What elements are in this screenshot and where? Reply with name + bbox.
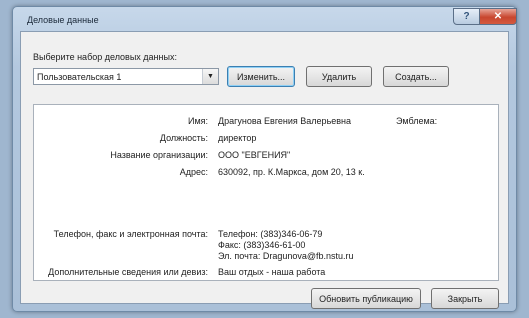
dialog-window: Деловые данные ? ✕ Выберите набор деловы… (12, 6, 517, 312)
close-button[interactable]: Закрыть (431, 288, 499, 309)
email-value: Эл. почта: Dragunova@fb.nstu.ru (218, 251, 354, 261)
create-button[interactable]: Создать... (383, 66, 449, 87)
address-value: 630092, пр. К.Маркса, дом 20, 13 к. (218, 167, 365, 177)
selected-set-value: Пользовательская 1 (37, 72, 122, 82)
edit-button-label: Изменить... (236, 71, 286, 82)
delete-button[interactable]: Удалить (306, 66, 372, 87)
business-set-dropdown[interactable]: Пользовательская 1 ▼ (33, 68, 219, 85)
edit-button[interactable]: Изменить... (227, 66, 295, 87)
address-label: Адрес: (179, 167, 208, 177)
close-window-button[interactable]: ✕ (479, 8, 517, 25)
dialog-client-area: Выберите набор деловых данных: Пользоват… (20, 31, 509, 309)
business-card-preview: Имя: Драгунова Евгения Валерьевна Эмблем… (33, 104, 499, 281)
title-bar[interactable]: Деловые данные ? ✕ (13, 7, 517, 33)
position-value: директор (218, 133, 257, 143)
organization-value: ООО "ЕВГЕНИЯ" (218, 150, 291, 160)
contacts-label: Телефон, факс и электронная почта: (53, 229, 208, 239)
position-label: Должность: (159, 133, 208, 143)
help-icon: ? (463, 11, 470, 22)
delete-button-label: Удалить (321, 71, 357, 82)
extra-info-value: Ваш отдых - наша работа (218, 267, 326, 277)
window-title: Деловые данные (27, 15, 99, 25)
emblem-label: Эмблема: (396, 116, 438, 126)
extra-info-label: Дополнительные сведения или девиз: (48, 267, 208, 277)
close-button-label: Закрыть (447, 293, 483, 304)
create-button-label: Создать... (395, 71, 437, 82)
update-publication-button[interactable]: Обновить публикацию (311, 288, 421, 309)
organization-label: Название организации: (110, 150, 208, 160)
fax-value: Факс: (383)346-61-00 (218, 240, 306, 250)
name-value: Драгунова Евгения Валерьевна (218, 116, 352, 126)
name-label: Имя: (187, 116, 208, 126)
phone-value: Телефон: (383)346-06-79 (218, 229, 323, 239)
select-set-label: Выберите набор деловых данных: (33, 52, 177, 62)
update-button-label: Обновить публикацию (319, 293, 413, 304)
help-button[interactable]: ? (453, 8, 480, 25)
close-icon: ✕ (493, 11, 503, 22)
chevron-down-icon[interactable]: ▼ (202, 69, 218, 84)
